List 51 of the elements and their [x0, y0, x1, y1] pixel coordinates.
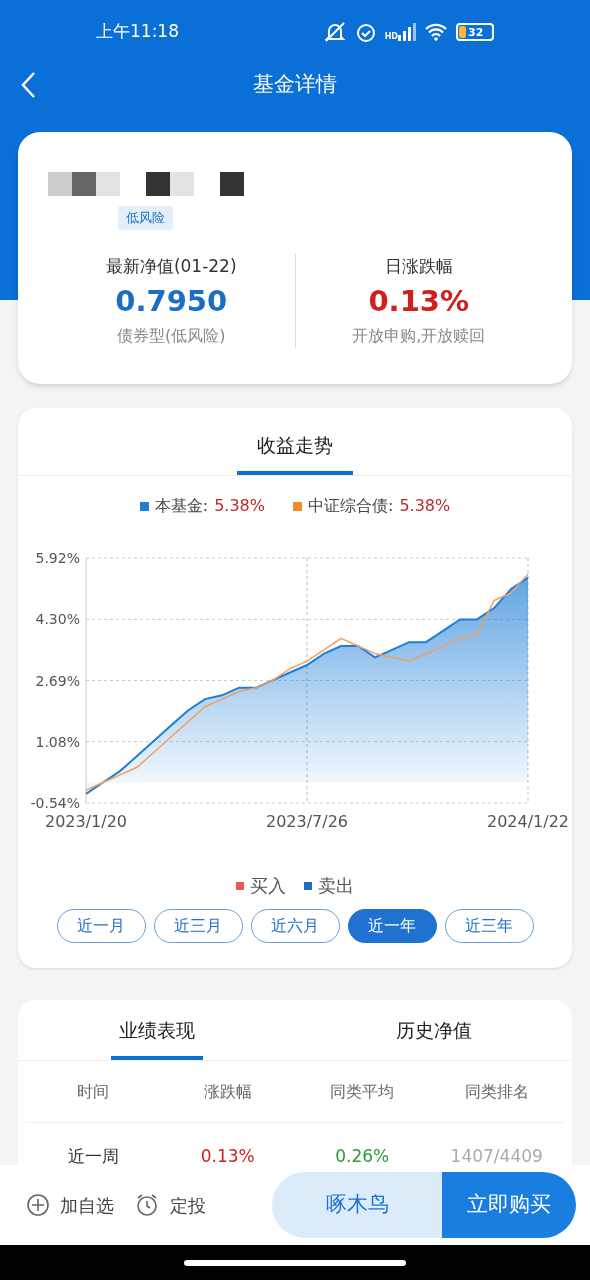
stat-label: 最新净值(01-22)	[105, 254, 237, 278]
column-header: 同类平均	[329, 1080, 396, 1103]
home-indicator[interactable]	[184, 1259, 406, 1266]
back-icon[interactable]	[20, 71, 36, 99]
period-button[interactable]: 近一月	[56, 909, 146, 943]
section-tab[interactable]: 业绩表现	[110, 1015, 203, 1061]
legend-value: 5.38%	[399, 495, 451, 517]
period-button[interactable]: 近三年	[444, 909, 534, 943]
table-cell-text: 0.13%	[199, 1144, 256, 1168]
period-button[interactable]: 近三月	[153, 909, 243, 943]
legend-label: 中证综合债:	[308, 495, 394, 517]
chart-tab[interactable]: 收益走势	[237, 430, 353, 475]
x-tick-label: 2024/1/22	[487, 812, 569, 831]
table-cell-text: 0.26%	[334, 1144, 391, 1168]
y-tick-label: 2.69%	[35, 672, 80, 689]
status-time: 上午11:18	[96, 20, 179, 44]
section-tab[interactable]: 历史净值	[387, 1015, 480, 1061]
column-header: 同类排名	[463, 1080, 530, 1103]
stat-label: 日涨跌幅	[384, 254, 453, 278]
y-tick-label: 4.30%	[35, 611, 80, 628]
battery-indicator: 32	[456, 23, 494, 41]
buy-button[interactable]: 立即购买	[442, 1172, 576, 1238]
signal-icon	[398, 23, 416, 41]
y-tick-label: 5.92%	[35, 550, 80, 566]
muted-bell-icon	[322, 21, 347, 43]
wifi-icon	[424, 23, 448, 41]
add-icon	[26, 1193, 50, 1217]
table-cell-text: 近一周	[66, 1144, 120, 1168]
network-label: HD	[384, 33, 398, 41]
y-tick-label: 1.08%	[35, 733, 80, 750]
legend-label: 卖出	[318, 874, 354, 898]
action-button[interactable]: 加自选	[26, 1191, 114, 1219]
stat-note: 债券型(低风险)	[117, 325, 226, 347]
legend-label: 买入	[250, 874, 286, 898]
x-tick-label: 2023/7/26	[266, 812, 348, 831]
y-tick-label: -0.54%	[30, 795, 80, 811]
action-button[interactable]: 定投	[134, 1191, 206, 1219]
risk-badge: 低风险	[118, 206, 173, 230]
column-header: 时间	[76, 1080, 111, 1103]
x-tick-label: 2023/1/20	[45, 812, 127, 831]
column-header: 涨跌幅	[202, 1080, 253, 1103]
table-cell-text: 1407/4409	[449, 1144, 544, 1168]
stat-value: 0.7950	[115, 287, 228, 316]
page-title: 基金详情	[253, 71, 337, 99]
period-button[interactable]: 近六月	[250, 909, 340, 943]
stat-value: 0.13%	[368, 287, 470, 316]
period-button[interactable]: 近一年	[347, 909, 437, 943]
stat-note: 开放申购,开放赎回	[352, 325, 486, 347]
legend-value: 5.38%	[214, 495, 265, 517]
legend-label: 本基金:	[154, 495, 209, 517]
secondary-button[interactable]: 啄木鸟	[272, 1172, 442, 1238]
